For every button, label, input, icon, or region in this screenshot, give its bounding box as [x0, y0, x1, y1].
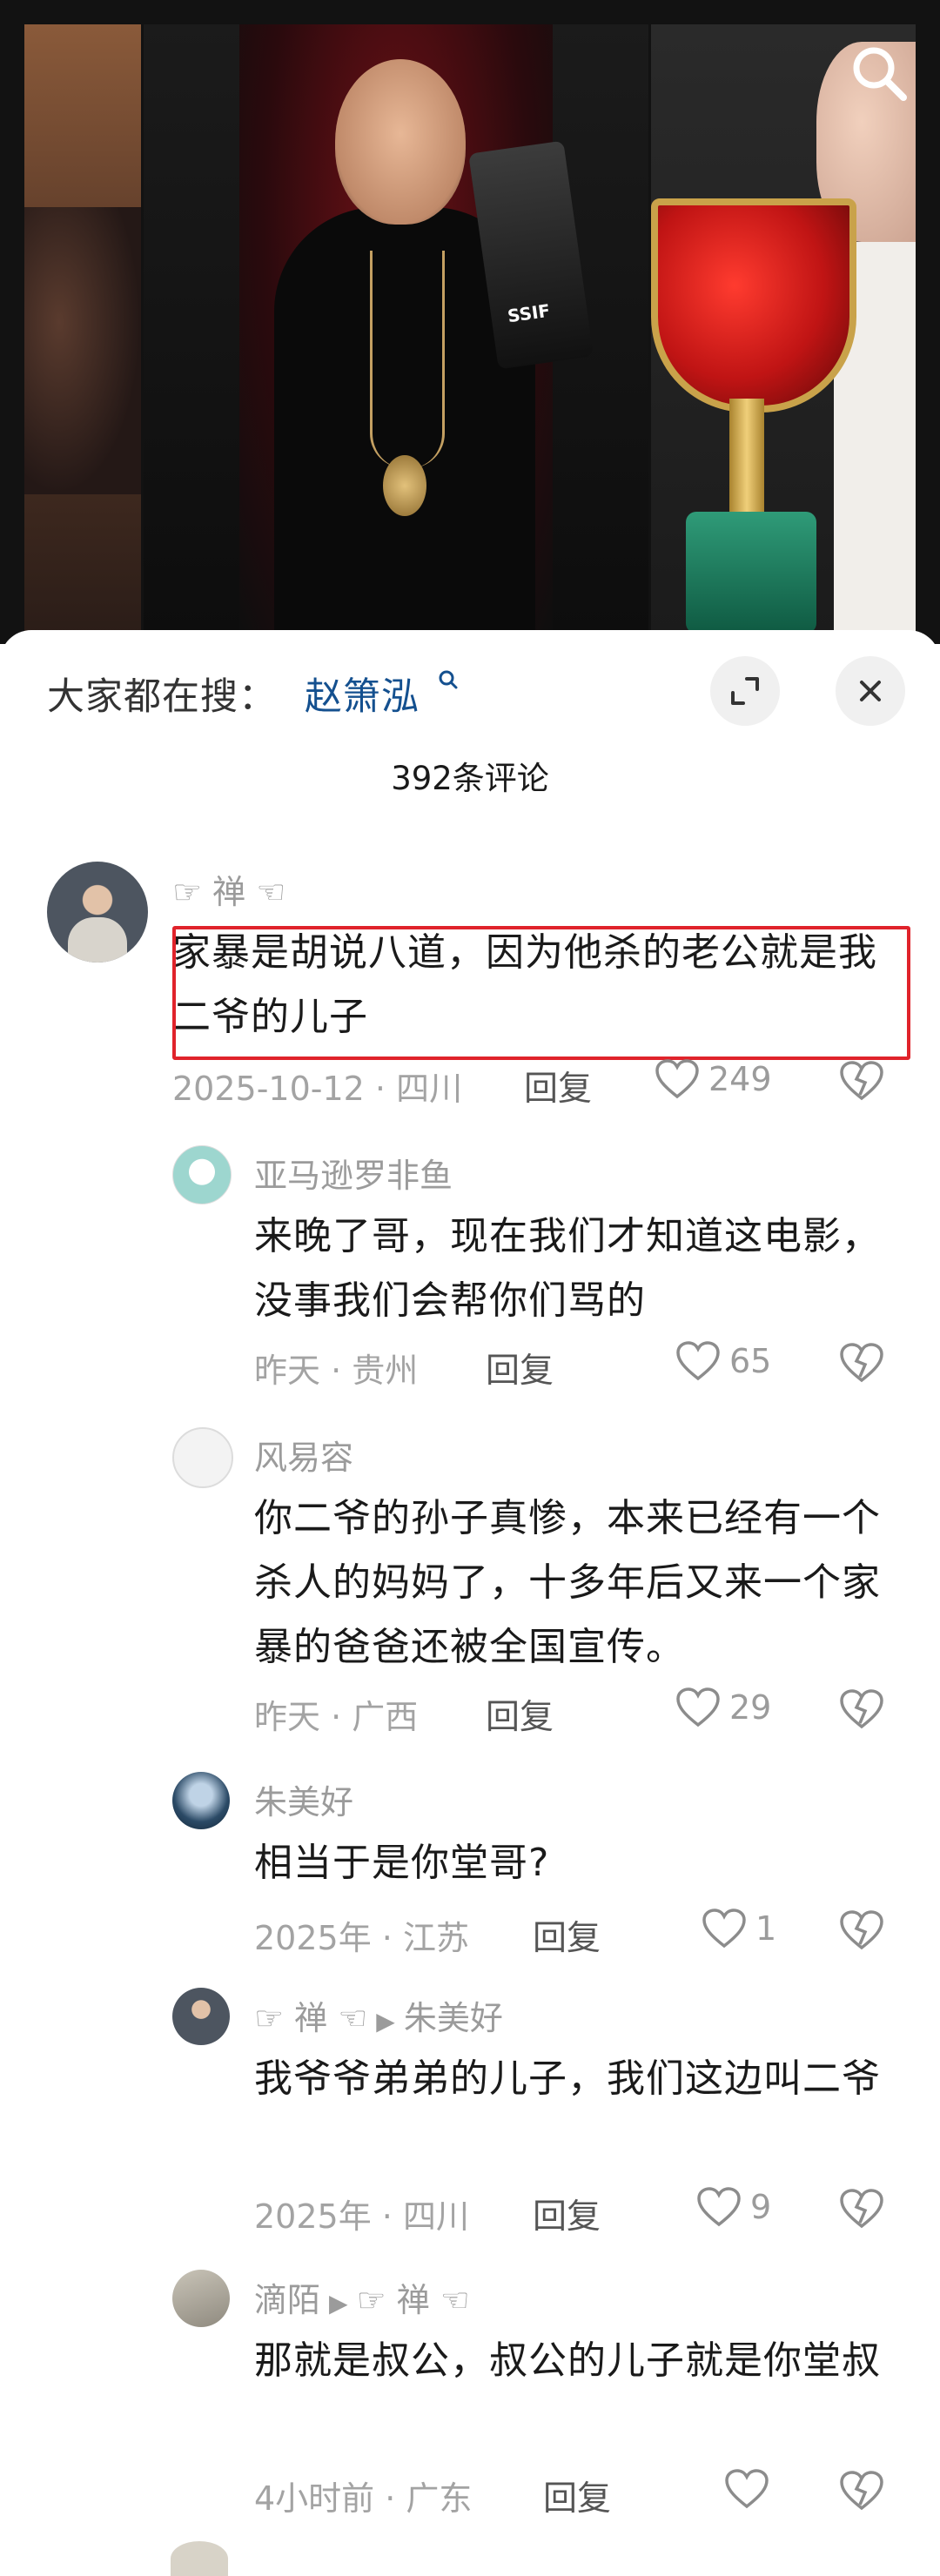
comment-meta: 2025年 · 四川: [254, 2197, 469, 2236]
author-name[interactable]: ☞ 禅 ☜: [254, 1999, 367, 2037]
username[interactable]: 亚马逊罗非鱼: [254, 1149, 453, 1197]
photo-center: SSIF: [144, 24, 648, 634]
reply-button[interactable]: 回复: [533, 2190, 601, 2238]
avatar[interactable]: [172, 1145, 232, 1204]
trending-prefix: 大家都在搜：: [47, 675, 277, 719]
avatar[interactable]: [172, 1772, 230, 1829]
comment-text: 来晚了哥，现在我们才知道这电影，没事我们会帮你们骂的: [254, 1214, 881, 1323]
heart-icon: [655, 1059, 699, 1099]
like-button[interactable]: 29: [675, 1687, 771, 1728]
heart-icon: [676, 1341, 720, 1381]
like-button[interactable]: 9: [696, 2186, 771, 2228]
username[interactable]: 滴陌 ▶ ☞ 禅 ☜: [254, 2273, 470, 2321]
reply-button[interactable]: 回复: [524, 1062, 592, 1110]
heart-icon: [725, 2469, 769, 2509]
comment-text: 你二爷的孙子真惨，本来已经有一个杀人的妈妈了，十多年后又来一个家暴的爸爸还被全国…: [254, 1496, 881, 1669]
comment-meta: 昨天 · 贵州: [254, 1352, 419, 1390]
dislike-icon[interactable]: [839, 1060, 884, 1102]
avatar[interactable]: [172, 1427, 233, 1488]
comment-text: 相当于是你堂哥?: [254, 1841, 550, 1885]
expand-button[interactable]: [710, 656, 780, 726]
trending-keyword[interactable]: 赵箫泓: [305, 667, 420, 721]
comment-meta: 4小时前 · 广东: [254, 2479, 473, 2518]
username[interactable]: 风易容: [254, 1431, 353, 1479]
reply-target[interactable]: 朱美好: [404, 1999, 503, 2037]
like-button[interactable]: 65: [675, 1340, 771, 1382]
photo-left: [24, 24, 141, 634]
reply-target[interactable]: ☞ 禅 ☜: [357, 2281, 470, 2319]
dislike-icon[interactable]: [839, 2188, 884, 2230]
search-small-icon: [439, 670, 458, 689]
like-count: 29: [729, 1688, 772, 1727]
like-count: 249: [708, 1060, 772, 1098]
username[interactable]: ☞ 禅 ☜ ▶ 朱美好: [254, 1991, 503, 2039]
avatar[interactable]: [172, 1988, 230, 2045]
reply-button[interactable]: 回复: [486, 1690, 554, 1739]
like-button[interactable]: 249: [655, 1058, 772, 1100]
close-icon: [860, 681, 881, 701]
comment-count: 392条评论: [391, 760, 549, 797]
reply-arrow-icon: ▶: [376, 2007, 395, 2036]
dislike-icon[interactable]: [839, 1688, 884, 1730]
photo-right: [651, 24, 916, 634]
heart-icon: [702, 1909, 746, 1949]
comment-meta: 昨天 · 广西: [254, 1698, 419, 1736]
like-button[interactable]: [724, 2468, 778, 2510]
dislike-icon[interactable]: [839, 1342, 884, 1384]
video-preview[interactable]: SSIF: [0, 0, 940, 644]
highlight-box: [172, 926, 910, 1060]
close-button[interactable]: [836, 656, 905, 726]
sheet-header: 大家都在搜： 赵箫泓: [0, 630, 940, 726]
comment-meta: 2025年 · 江苏: [254, 1919, 469, 1957]
author-name[interactable]: 滴陌: [254, 2281, 320, 2319]
heart-icon: [676, 1687, 720, 1727]
like-count: 9: [750, 2188, 772, 2226]
comment-text: 那就是叔公，叔公的儿子就是你堂叔: [254, 2338, 881, 2383]
avatar[interactable]: [47, 862, 148, 963]
search-icon[interactable]: [844, 38, 914, 108]
next-avatar-peek: [171, 2541, 228, 2576]
like-count: 65: [729, 1342, 772, 1380]
reply-button[interactable]: 回复: [486, 1344, 554, 1392]
reply-button[interactable]: 回复: [543, 2472, 611, 2520]
avatar[interactable]: [172, 2270, 230, 2327]
username[interactable]: 朱美好: [254, 1775, 353, 1823]
comment-meta: 2025-10-12 · 四川: [172, 1070, 463, 1108]
expand-icon: [731, 677, 759, 705]
dislike-icon[interactable]: [839, 1909, 884, 1951]
reply-button[interactable]: 回复: [533, 1911, 601, 1960]
comment-text: 我爷爷弟弟的儿子，我们这边叫二爷: [254, 2056, 881, 2101]
like-button[interactable]: 1: [702, 1908, 776, 1949]
heart-icon: [697, 2187, 741, 2227]
username[interactable]: ☞ 禅 ☜: [172, 865, 285, 913]
like-count: 1: [755, 1909, 777, 1948]
dislike-icon[interactable]: [839, 2470, 884, 2512]
reply-arrow-icon: ▶: [329, 2289, 348, 2318]
